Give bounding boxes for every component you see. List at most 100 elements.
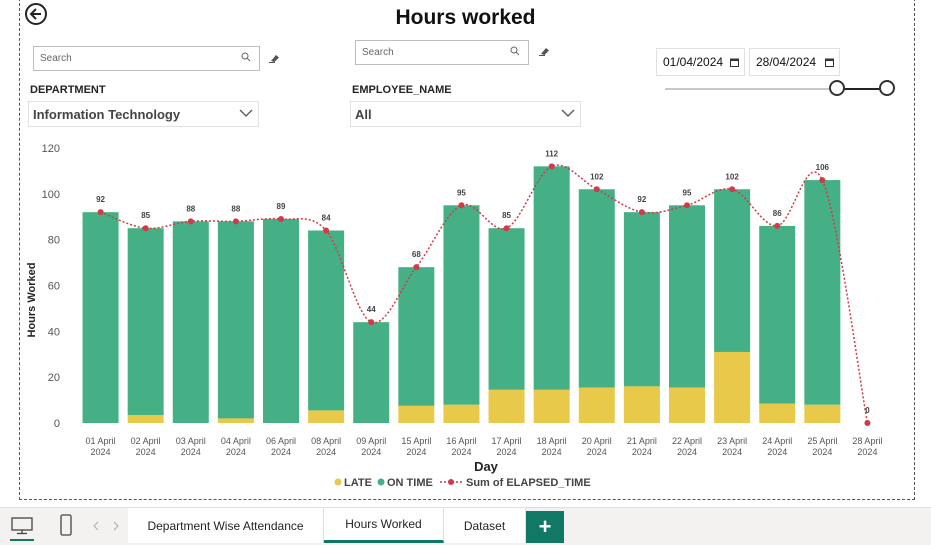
x-tick-label: 01 April xyxy=(86,436,116,446)
tab-scroll-right-icon[interactable] xyxy=(113,521,119,531)
elapsed-time-point xyxy=(187,218,194,225)
y-tick-label: 100 xyxy=(42,189,60,201)
tab-label: Dataset xyxy=(463,518,506,533)
x-tick-label: 23 April xyxy=(717,436,747,446)
data-label: 89 xyxy=(277,202,286,211)
x-tick-label: 2024 xyxy=(767,447,787,457)
bar-on-time xyxy=(308,230,345,411)
mobile-icon[interactable] xyxy=(60,514,72,536)
data-label: 68 xyxy=(412,250,421,259)
x-tick-label: 09 April xyxy=(356,436,386,446)
bar-late xyxy=(804,404,841,423)
data-label: 102 xyxy=(725,172,739,181)
legend-marker-late xyxy=(334,478,342,486)
bar-late xyxy=(578,387,615,423)
elapsed-time-point xyxy=(503,225,510,232)
x-tick-label: 2024 xyxy=(722,447,742,457)
data-label: 44 xyxy=(367,305,376,314)
data-label: 95 xyxy=(457,188,466,197)
elapsed-time-point xyxy=(413,264,420,271)
x-tick-label: 18 April xyxy=(537,436,567,446)
data-label: 85 xyxy=(141,211,150,220)
legend-label: Sum of ELAPSED_TIME xyxy=(466,477,591,489)
elapsed-time-point xyxy=(278,216,284,223)
x-tick-label: 16 April xyxy=(446,436,476,446)
tab-dataset[interactable]: Dataset xyxy=(444,508,526,543)
x-tick-label: 03 April xyxy=(176,436,206,446)
bar-on-time xyxy=(172,221,209,423)
data-label: 84 xyxy=(322,214,331,223)
data-label: 95 xyxy=(683,188,692,197)
elapsed-time-point xyxy=(458,202,465,209)
bar-on-time xyxy=(804,180,841,405)
bar-on-time xyxy=(217,221,254,419)
x-tick-label: 2024 xyxy=(271,447,291,457)
bar-on-time xyxy=(127,228,164,415)
legend-marker-elapsed xyxy=(448,479,454,485)
elapsed-time-point xyxy=(864,420,871,426)
x-tick-label: 2024 xyxy=(542,447,562,457)
x-tick-label: 2024 xyxy=(361,447,381,457)
bar-on-time xyxy=(353,322,390,423)
data-label: 102 xyxy=(590,172,604,181)
bar-on-time xyxy=(443,205,480,405)
x-tick-label: 25 April xyxy=(807,436,837,446)
bar-late xyxy=(759,403,796,423)
bar-on-time xyxy=(669,205,705,388)
bar-late xyxy=(443,404,480,423)
add-page-button[interactable]: + xyxy=(526,511,564,543)
x-tick-label: 24 April xyxy=(762,436,792,446)
bar-on-time xyxy=(759,225,796,404)
x-tick-label: 02 April xyxy=(131,436,161,446)
legend-label: ON TIME xyxy=(387,477,433,489)
x-tick-label: 08 April xyxy=(311,436,341,446)
page-tab-bar: Department Wise Attendance Hours Worked … xyxy=(0,507,931,545)
bar-late xyxy=(398,405,435,423)
bar-late xyxy=(533,389,570,423)
x-tick-label: 2024 xyxy=(587,447,607,457)
x-tick-label: 2024 xyxy=(181,447,201,457)
elapsed-time-point xyxy=(819,177,826,184)
tab-hours-worked[interactable]: Hours Worked xyxy=(324,508,444,543)
data-label: 112 xyxy=(545,149,558,158)
x-tick-label: 17 April xyxy=(492,436,522,446)
data-label: 0 xyxy=(865,406,870,415)
bar-late xyxy=(308,410,345,423)
bar-on-time xyxy=(488,228,525,390)
x-tick-label: 2024 xyxy=(677,447,697,457)
elapsed-time-point xyxy=(97,209,104,216)
y-tick-label: 0 xyxy=(54,418,60,430)
data-label: 106 xyxy=(816,163,830,172)
x-tick-label: 04 April xyxy=(221,436,251,446)
elapsed-time-point xyxy=(368,319,375,326)
x-tick-label: 28 April xyxy=(852,436,882,446)
bar-on-time xyxy=(533,166,570,390)
bar-late xyxy=(488,389,525,423)
data-label: 86 xyxy=(773,209,782,218)
elapsed-time-point xyxy=(774,222,781,229)
desktop-view-indicator xyxy=(10,539,34,541)
legend-marker-on-time xyxy=(377,478,385,486)
tab-scroll-left-icon[interactable] xyxy=(93,521,99,531)
x-axis-title: Day xyxy=(474,459,499,474)
x-tick-label: 06 April xyxy=(266,436,296,446)
bar-on-time xyxy=(714,189,751,352)
x-tick-label: 21 April xyxy=(627,436,657,446)
x-tick-label: 2024 xyxy=(136,447,156,457)
bar-late xyxy=(623,386,660,423)
data-label: 85 xyxy=(502,211,511,220)
y-tick-label: 40 xyxy=(48,326,60,338)
y-axis-title: Hours Worked xyxy=(26,263,38,338)
bar-on-time xyxy=(578,189,615,388)
x-tick-label: 15 April xyxy=(401,436,431,446)
elapsed-time-point xyxy=(729,186,736,193)
bar-late xyxy=(714,351,751,423)
hours-worked-chart: 020406080100120Hours Worked01 April20240… xyxy=(26,143,882,489)
elapsed-time-line xyxy=(100,164,869,424)
bar-on-time xyxy=(263,219,299,423)
bar-late xyxy=(217,418,254,423)
tab-department-wise-attendance[interactable]: Department Wise Attendance xyxy=(128,508,324,543)
y-tick-label: 60 xyxy=(48,281,60,293)
desktop-icon[interactable] xyxy=(11,517,33,535)
x-tick-label: 2024 xyxy=(497,447,517,457)
